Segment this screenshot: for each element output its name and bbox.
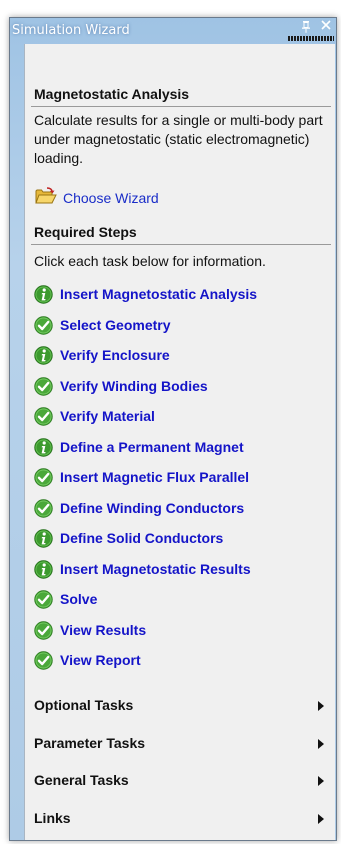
choose-wizard-link[interactable]: Choose Wizard: [35, 187, 159, 207]
expand-arrow-icon[interactable]: [318, 738, 324, 749]
task-group-general-tasks[interactable]: General Tasks: [34, 771, 324, 791]
required-step-label: Define Solid Conductors: [60, 530, 224, 546]
info-icon: [34, 529, 53, 548]
task-group-label: Links: [34, 809, 71, 826]
check-icon: [34, 590, 53, 609]
analysis-heading: Magnetostatic Analysis: [34, 86, 190, 102]
check-icon: [34, 315, 53, 335]
required-step-label: Verify Winding Bodies: [60, 377, 208, 394]
panel-title: Simulation Wizard: [12, 23, 130, 38]
expand-arrow-icon[interactable]: [318, 701, 324, 711]
info-icon: [34, 437, 53, 457]
required-step-label: Insert Magnetostatic Analysis: [60, 286, 258, 302]
required-step-label: View Report: [60, 652, 141, 668]
resize-grip[interactable]: [288, 36, 334, 41]
check-icon: [34, 651, 53, 670]
divider: [31, 106, 331, 107]
task-group-links[interactable]: Links: [34, 809, 324, 829]
required-step-label: Select Geometry: [60, 316, 171, 333]
required-step-label: Verify Enclosure: [60, 347, 170, 363]
folder-open-icon: [35, 187, 57, 209]
choose-wizard-label: Choose Wizard: [63, 190, 159, 206]
required-steps-heading: Required Steps: [34, 224, 137, 240]
task-group-label: Optional Tasks: [34, 697, 134, 713]
title-bar[interactable]: Simulation Wizard: [10, 18, 336, 44]
expand-arrow-icon[interactable]: [318, 776, 324, 786]
pin-icon[interactable]: [299, 21, 313, 35]
wizard-content: Magnetostatic Analysis Calculate results…: [24, 44, 335, 840]
required-steps-instruction: Click each task below for information.: [34, 253, 266, 269]
required-step-label: Solve: [60, 591, 98, 607]
check-icon: [34, 498, 53, 518]
task-group-label: General Tasks: [34, 772, 129, 788]
close-icon[interactable]: [319, 20, 333, 34]
required-step-label: Insert Magnetic Flux Parallel: [60, 469, 250, 485]
task-group-optional-tasks[interactable]: Optional Tasks: [34, 696, 324, 716]
required-step-label: Verify Material: [60, 408, 155, 424]
required-step-label: Insert Magnetostatic Results: [60, 560, 251, 577]
info-icon: [34, 285, 53, 304]
divider: [31, 244, 331, 245]
required-step-label: Define Winding Conductors: [60, 499, 245, 516]
simulation-wizard-panel: Simulation Wizard Magnetostatic Analysis…: [9, 17, 337, 841]
task-group-parameter-tasks[interactable]: Parameter Tasks: [34, 734, 324, 754]
check-icon: [34, 468, 53, 487]
check-icon: [34, 620, 53, 640]
analysis-description: Calculate results for a single or multi-…: [34, 112, 323, 166]
info-icon: [34, 346, 53, 365]
expand-arrow-icon[interactable]: [318, 813, 324, 824]
check-icon: [34, 407, 53, 426]
required-step-label: Define a Permanent Magnet: [60, 438, 244, 455]
info-icon: [34, 559, 53, 579]
check-icon: [34, 376, 53, 396]
task-group-label: Parameter Tasks: [34, 734, 146, 751]
required-step-label: View Results: [60, 621, 147, 638]
